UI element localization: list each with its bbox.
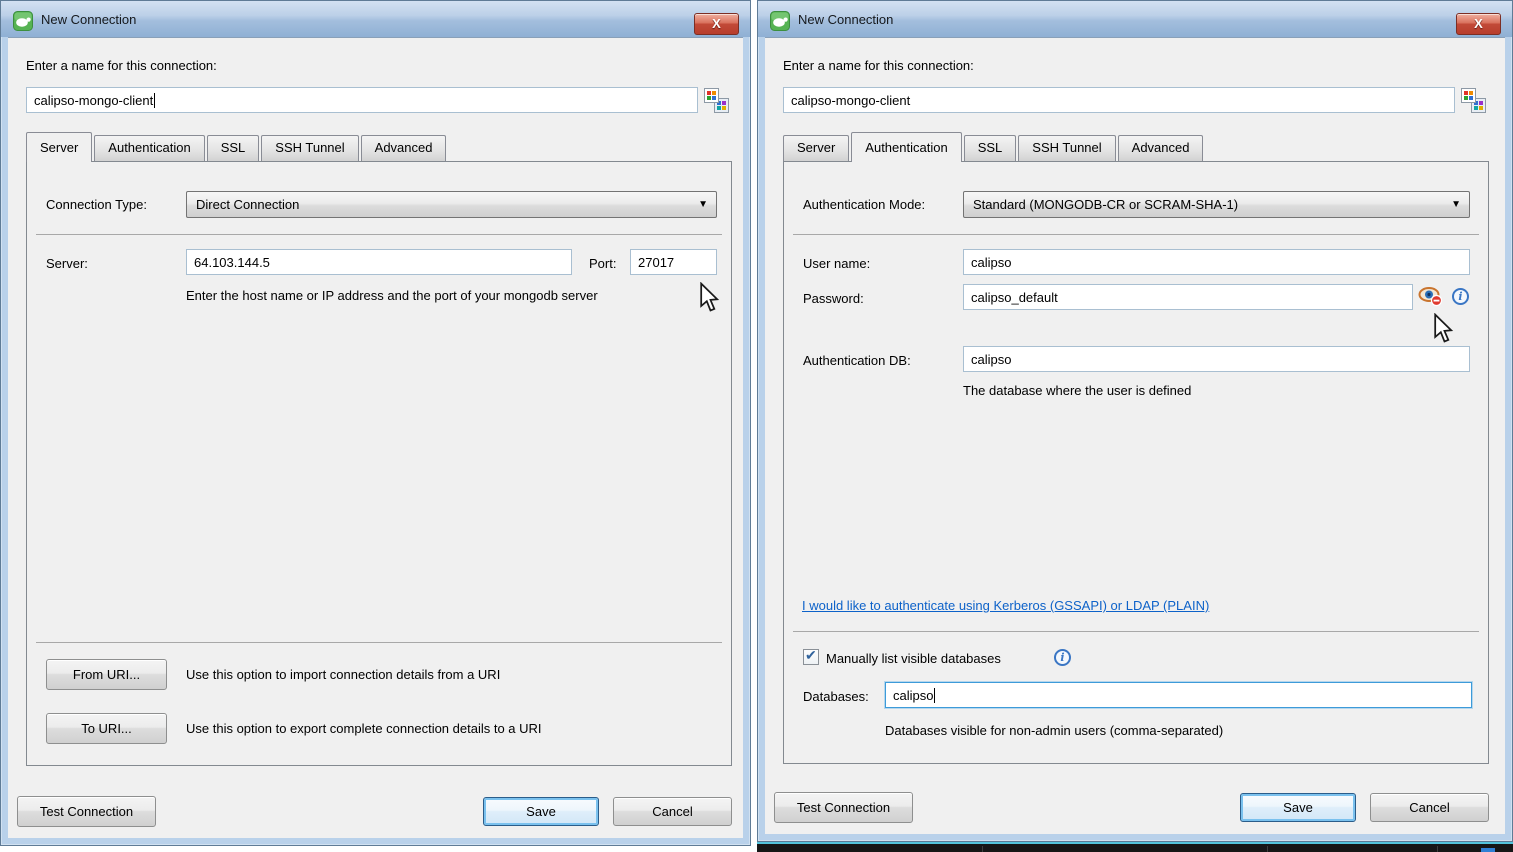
tab-ssl[interactable]: SSL bbox=[207, 135, 260, 161]
connection-name-input[interactable]: calipso-mongo-client bbox=[783, 87, 1455, 113]
strip-highlight bbox=[1481, 848, 1495, 852]
test-connection-button[interactable]: Test Connection bbox=[17, 796, 156, 827]
password-input[interactable]: calipso_default bbox=[963, 284, 1413, 310]
from-uri-help-text: Use this option to import connection det… bbox=[186, 667, 500, 682]
auth-mode-dropdown[interactable]: Standard (MONGODB-CR or SCRAM-SHA-1) ▼ bbox=[963, 191, 1470, 218]
save-button[interactable]: Save bbox=[483, 797, 599, 826]
connection-color-palette-icon[interactable] bbox=[704, 88, 729, 113]
tab-advanced[interactable]: Advanced bbox=[1118, 135, 1204, 161]
close-icon[interactable]: X bbox=[1456, 13, 1501, 35]
background-window-strip bbox=[757, 842, 1513, 852]
password-label: Password: bbox=[803, 291, 864, 306]
separator bbox=[36, 234, 722, 235]
port-input[interactable]: 27017 bbox=[630, 249, 717, 275]
chevron-down-icon: ▼ bbox=[1451, 199, 1461, 210]
databases-input[interactable]: calipso bbox=[885, 682, 1472, 708]
auth-db-input[interactable]: calipso bbox=[963, 346, 1470, 372]
robomongo-turtle-icon bbox=[770, 11, 790, 31]
to-uri-help-text: Use this option to export complete conne… bbox=[186, 721, 542, 736]
tab-server[interactable]: Server bbox=[26, 132, 92, 162]
connection-tabs: Server Authentication SSL SSH Tunnel Adv… bbox=[783, 132, 1205, 161]
cancel-button[interactable]: Cancel bbox=[1370, 793, 1489, 822]
databases-label: Databases: bbox=[803, 689, 869, 704]
new-connection-dialog-server: New Connection X Enter a name for this c… bbox=[0, 0, 751, 846]
strip-divider bbox=[1267, 846, 1268, 852]
manually-list-databases-checkbox[interactable]: ✔ bbox=[803, 649, 819, 665]
tab-server[interactable]: Server bbox=[783, 135, 849, 161]
connection-name-label: Enter a name for this connection: bbox=[783, 58, 974, 73]
strip-divider bbox=[982, 846, 983, 852]
databases-info-icon[interactable]: i bbox=[1054, 649, 1071, 666]
save-button[interactable]: Save bbox=[1240, 793, 1356, 822]
port-label: Port: bbox=[589, 256, 616, 271]
auth-mode-label: Authentication Mode: bbox=[803, 197, 925, 212]
test-connection-button[interactable]: Test Connection bbox=[774, 792, 913, 823]
tab-authentication[interactable]: Authentication bbox=[94, 135, 204, 161]
connection-type-dropdown[interactable]: Direct Connection ▼ bbox=[186, 191, 717, 218]
checkmark-icon: ✔ bbox=[805, 647, 817, 664]
from-uri-button[interactable]: From URI... bbox=[46, 659, 167, 690]
cancel-button[interactable]: Cancel bbox=[613, 797, 732, 826]
kerberos-ldap-link[interactable]: I would like to authenticate using Kerbe… bbox=[802, 598, 1209, 613]
titlebar[interactable]: New Connection X bbox=[758, 1, 1512, 37]
server-address-input[interactable]: 64.103.144.5 bbox=[186, 249, 572, 275]
screen: New Connection X Enter a name for this c… bbox=[0, 0, 1513, 852]
password-reveal-eye-icon[interactable] bbox=[1418, 286, 1444, 312]
chevron-down-icon: ▼ bbox=[698, 199, 708, 210]
separator bbox=[793, 234, 1479, 235]
server-help-text: Enter the host name or IP address and th… bbox=[186, 288, 598, 303]
tab-advanced[interactable]: Advanced bbox=[361, 135, 447, 161]
auth-db-help-text: The database where the user is defined bbox=[963, 383, 1191, 398]
connection-name-input[interactable]: calipso-mongo-client bbox=[26, 87, 698, 113]
separator bbox=[793, 631, 1479, 632]
tab-ssl[interactable]: SSL bbox=[964, 135, 1017, 161]
separator bbox=[36, 642, 722, 643]
connection-tabs: Server Authentication SSL SSH Tunnel Adv… bbox=[26, 132, 448, 161]
window-title: New Connection bbox=[41, 12, 136, 27]
close-icon[interactable]: X bbox=[694, 13, 739, 35]
robomongo-turtle-icon bbox=[13, 11, 33, 31]
tab-ssh-tunnel[interactable]: SSH Tunnel bbox=[261, 135, 358, 161]
text-caret bbox=[934, 688, 935, 703]
connection-name-label: Enter a name for this connection: bbox=[26, 58, 217, 73]
palette-front-square bbox=[704, 88, 719, 103]
manually-list-databases-label: Manually list visible databases bbox=[826, 651, 1001, 666]
new-connection-dialog-authentication: New Connection X Enter a name for this c… bbox=[757, 0, 1513, 842]
window-title: New Connection bbox=[798, 12, 893, 27]
titlebar[interactable]: New Connection X bbox=[1, 1, 750, 37]
connection-color-palette-icon[interactable] bbox=[1461, 88, 1486, 113]
to-uri-button[interactable]: To URI... bbox=[46, 713, 167, 744]
tab-ssh-tunnel[interactable]: SSH Tunnel bbox=[1018, 135, 1115, 161]
server-label: Server: bbox=[46, 256, 88, 271]
password-info-icon[interactable]: i bbox=[1452, 288, 1469, 305]
connection-type-label: Connection Type: bbox=[46, 197, 147, 212]
tab-authentication[interactable]: Authentication bbox=[851, 132, 961, 162]
strip-divider bbox=[1437, 846, 1438, 852]
username-input[interactable]: calipso bbox=[963, 249, 1470, 275]
databases-help-text: Databases visible for non-admin users (c… bbox=[885, 723, 1223, 738]
palette-front-square bbox=[1461, 88, 1476, 103]
auth-db-label: Authentication DB: bbox=[803, 353, 911, 368]
text-caret bbox=[154, 93, 155, 108]
username-label: User name: bbox=[803, 256, 870, 271]
